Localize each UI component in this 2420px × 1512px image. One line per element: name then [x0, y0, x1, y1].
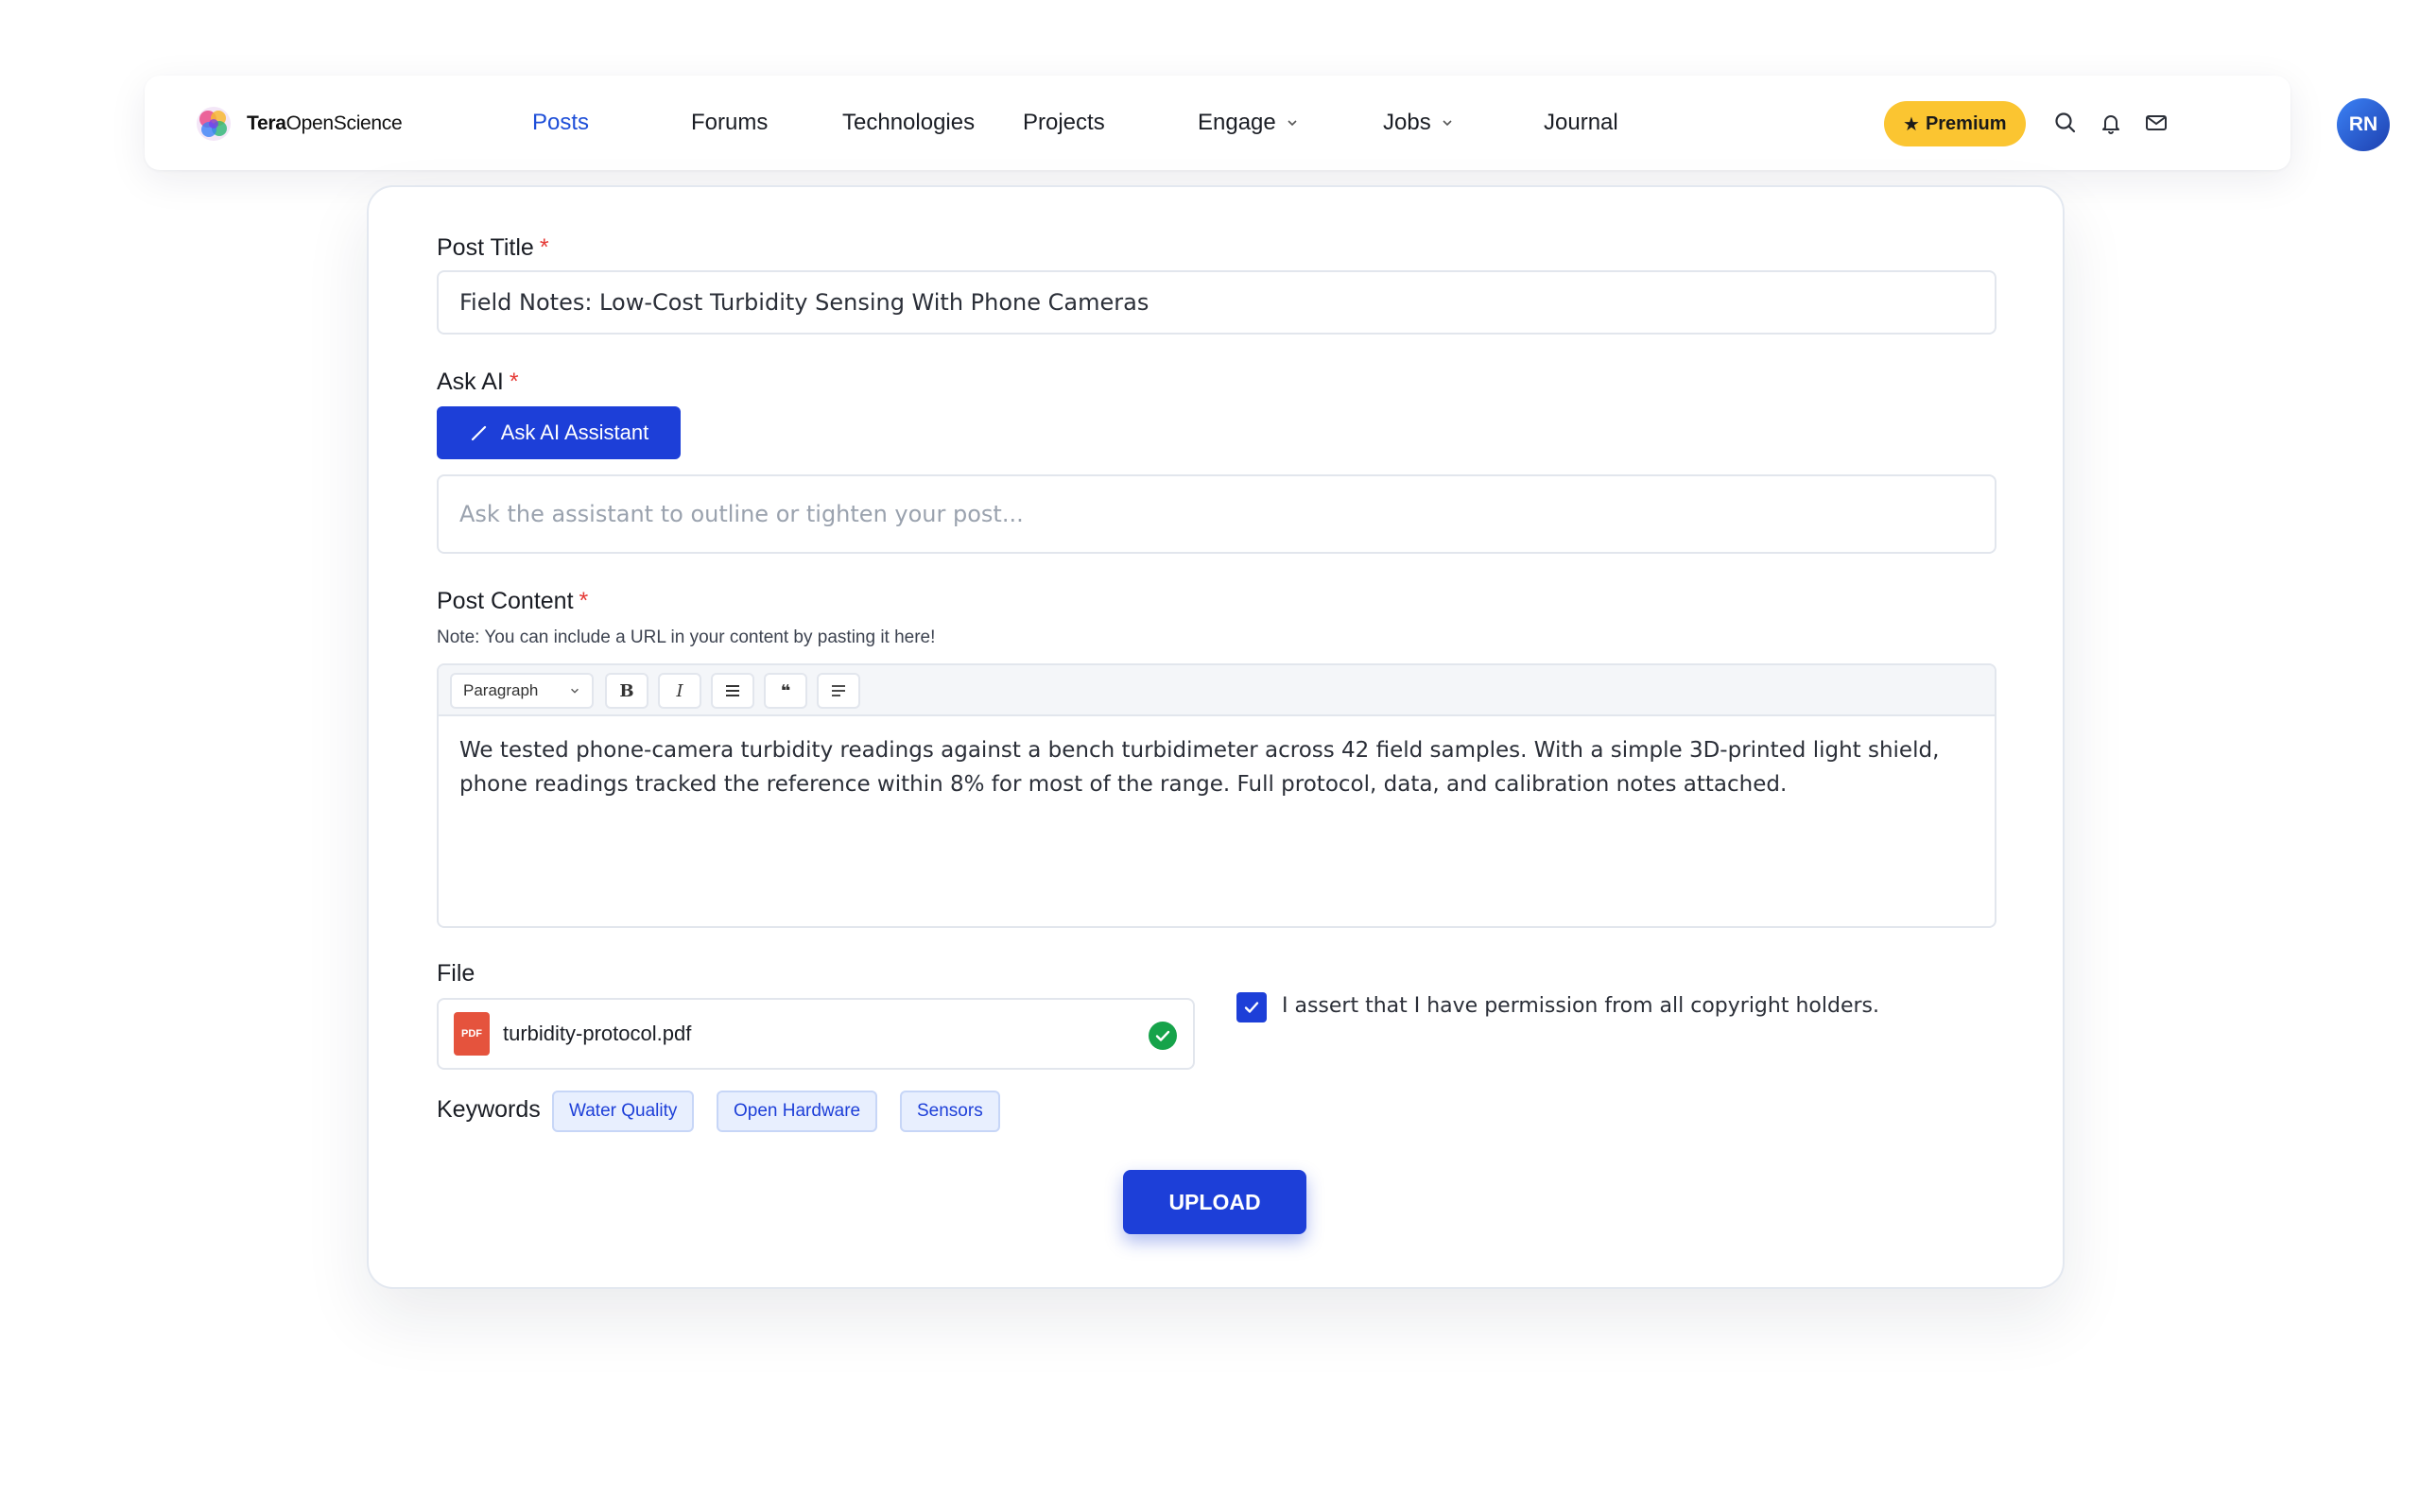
- italic-button[interactable]: I: [658, 673, 701, 709]
- star-icon: ★: [1903, 113, 1920, 135]
- bell-icon[interactable]: [2098, 110, 2124, 136]
- ask-ai-assistant-button[interactable]: Ask AI Assistant: [437, 406, 681, 459]
- copyright-assertion-text: I assert that I have permission from all…: [1282, 994, 1879, 1018]
- bold-button[interactable]: B: [605, 673, 648, 709]
- check-circle-icon: [1149, 1022, 1177, 1050]
- nav-engage[interactable]: Engage: [1198, 76, 1299, 170]
- copyright-checkbox[interactable]: [1236, 992, 1267, 1022]
- nav-technologies[interactable]: Technologies: [842, 76, 975, 170]
- post-content-label: Post Content *: [437, 588, 589, 614]
- chevron-down-icon: [571, 688, 579, 694]
- list-icon: [726, 685, 739, 696]
- file-label: File: [437, 960, 475, 987]
- block-format-select[interactable]: Paragraph: [450, 673, 594, 709]
- nav-projects[interactable]: Projects: [1023, 76, 1105, 170]
- bullet-list-button[interactable]: [711, 673, 754, 709]
- pdf-icon: PDF: [454, 1012, 490, 1056]
- keyword-chip[interactable]: Open Hardware: [717, 1091, 878, 1132]
- checkmark-icon: [1244, 1002, 1259, 1013]
- brand-name: TeraOpenScience: [247, 112, 403, 134]
- logo-mark-icon: [197, 107, 231, 141]
- upload-button[interactable]: UPLOAD: [1123, 1170, 1306, 1234]
- chevron-down-icon: [1443, 120, 1452, 127]
- top-navbar: TeraOpenScience Posts Forums Technologie…: [145, 76, 2390, 170]
- nav-posts[interactable]: Posts: [532, 76, 589, 170]
- align-left-icon: [832, 685, 845, 696]
- quote-button[interactable]: ❝: [764, 673, 807, 709]
- rich-text-editor: Paragraph B I ❝ We tested phone-camera t…: [437, 663, 1996, 928]
- mail-icon[interactable]: [2143, 110, 2169, 136]
- create-post-card: Post Title * Field Notes: Low-Cost Turbid…: [367, 185, 2065, 1289]
- post-title-label: Post Title *: [437, 234, 549, 261]
- file-upload-field[interactable]: PDF turbidity-protocol.pdf: [437, 998, 1195, 1070]
- align-button[interactable]: [817, 673, 860, 709]
- nav-jobs[interactable]: Jobs: [1383, 76, 1454, 170]
- chevron-down-icon: [1288, 120, 1297, 127]
- brand-logo[interactable]: TeraOpenScience: [190, 100, 403, 147]
- search-icon[interactable]: [2052, 110, 2079, 136]
- keywords-label: Keywords: [437, 1096, 541, 1123]
- file-name: turbidity-protocol.pdf: [503, 1022, 692, 1045]
- editor-content[interactable]: We tested phone-camera turbidity reading…: [439, 716, 1995, 818]
- wand-icon: [471, 425, 486, 441]
- nav-forums[interactable]: Forums: [691, 76, 768, 170]
- premium-button[interactable]: ★ Premium: [1884, 101, 2026, 146]
- nav-journal[interactable]: Journal: [1544, 76, 1618, 170]
- ask-ai-prompt-input[interactable]: Ask the assistant to outline or tighten …: [437, 474, 1996, 554]
- avatar[interactable]: RN: [2337, 98, 2390, 151]
- editor-toolbar: Paragraph B I ❝: [439, 665, 1995, 716]
- post-title-input[interactable]: Field Notes: Low-Cost Turbidity Sensing …: [437, 270, 1996, 335]
- ask-ai-label: Ask AI *: [437, 369, 519, 395]
- post-content-note: Note: You can include a URL in your cont…: [437, 627, 936, 647]
- keyword-chip[interactable]: Sensors: [900, 1091, 1000, 1132]
- keyword-chip[interactable]: Water Quality: [552, 1091, 695, 1132]
